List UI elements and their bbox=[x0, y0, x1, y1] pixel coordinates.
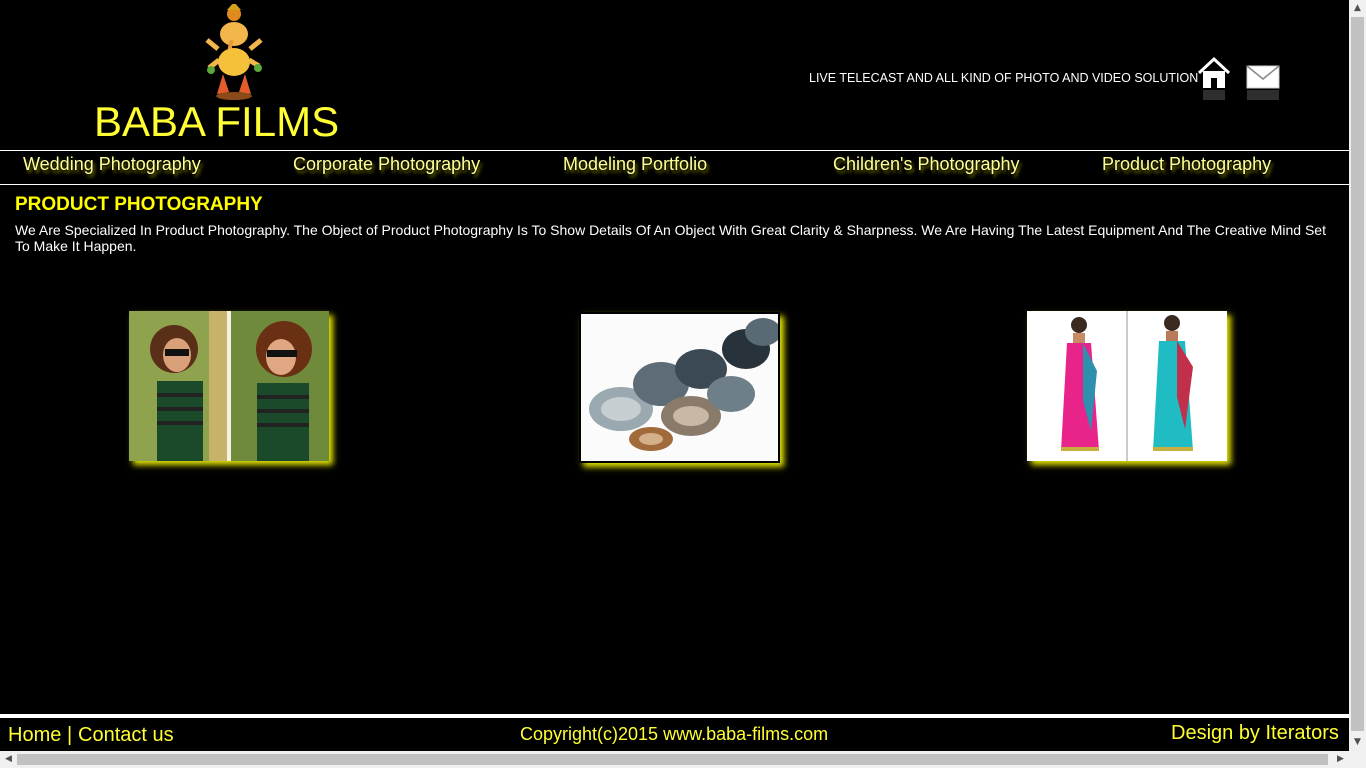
nav-childrens-photography[interactable]: Children's Photography bbox=[833, 154, 1020, 175]
footer-copyright: Copyright(c)2015 www.baba-films.com bbox=[520, 724, 829, 744]
nav-corporate-photography[interactable]: Corporate Photography bbox=[293, 154, 480, 175]
scroll-up-icon[interactable]: ▲ bbox=[1349, 0, 1366, 17]
main-nav: Wedding Photography Corporate Photograph… bbox=[0, 150, 1349, 185]
horizontal-scrollbar[interactable]: ◀ ▶ bbox=[0, 751, 1349, 768]
brand-title: BABA FILMS bbox=[94, 98, 340, 145]
page-description: We Are Specialized In Product Photograph… bbox=[15, 222, 1326, 254]
scroll-left-icon[interactable]: ◀ bbox=[0, 751, 17, 768]
gallery-image-saree-models[interactable] bbox=[1027, 311, 1227, 461]
footer: Home | Contact us Copyright(c)2015 www.b… bbox=[0, 718, 1349, 751]
vertical-scroll-thumb[interactable] bbox=[1351, 17, 1364, 731]
mail-icon[interactable] bbox=[1245, 56, 1281, 106]
footer-contact-link[interactable]: Contact us bbox=[78, 724, 174, 747]
header-tagline: LIVE TELECAST AND ALL KIND OF PHOTO AND … bbox=[809, 71, 1199, 85]
nav-product-photography[interactable]: Product Photography bbox=[1102, 154, 1271, 175]
nav-wedding-photography[interactable]: Wedding Photography bbox=[23, 154, 201, 175]
footer-home-link[interactable]: Home bbox=[8, 724, 61, 747]
scroll-right-icon[interactable]: ▶ bbox=[1332, 751, 1349, 768]
page-title: PRODUCT PHOTOGRAPHY bbox=[15, 194, 263, 215]
footer-credit: Design by Iterators bbox=[1171, 722, 1339, 744]
scroll-down-icon[interactable]: ▼ bbox=[1349, 734, 1366, 751]
gallery-image-polished-stones[interactable] bbox=[579, 312, 780, 463]
footer-separator: | bbox=[67, 724, 73, 746]
scrollbar-corner bbox=[1349, 751, 1366, 768]
ganesha-logo bbox=[203, 2, 265, 102]
vertical-scrollbar[interactable]: ▲ ▼ bbox=[1349, 0, 1366, 751]
nav-modeling-portfolio[interactable]: Modeling Portfolio bbox=[563, 154, 707, 175]
horizontal-scroll-thumb[interactable] bbox=[17, 754, 1328, 765]
home-icon[interactable] bbox=[1196, 56, 1232, 106]
gallery-image-woman-sunglasses[interactable] bbox=[129, 311, 329, 461]
page: BABA FILMS LIVE TELECAST AND ALL KIND OF… bbox=[0, 0, 1349, 751]
